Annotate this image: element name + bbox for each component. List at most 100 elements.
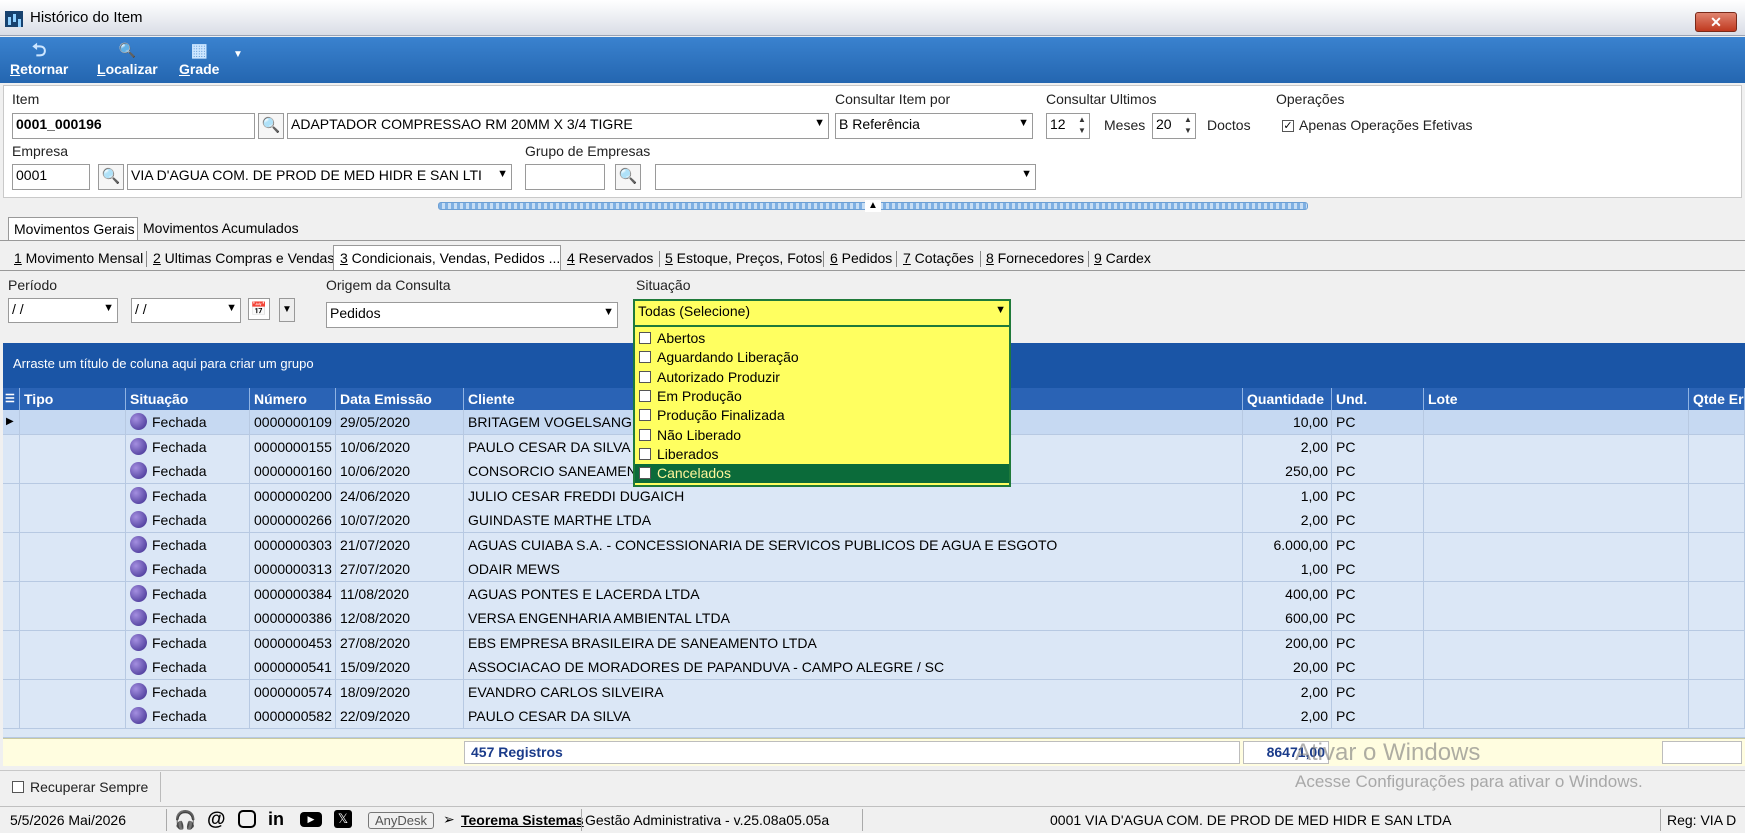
column-qtde-er[interactable]: Qtde Er — [1689, 388, 1745, 410]
tab-movimentos-gerais[interactable]: Movimentos Gerais — [8, 217, 138, 241]
empresa-search-icon[interactable]: 🔍 — [98, 164, 124, 190]
tab-condicionais-active[interactable]: 3 Condicionais, Vendas, Pedidos ... — [333, 245, 561, 270]
subtab-divider — [0, 270, 1745, 271]
tab-cardex[interactable]: 9 Cardex — [1094, 250, 1151, 266]
option-checkbox[interactable] — [639, 467, 651, 480]
cell-situacao: Fechada — [126, 483, 250, 508]
option-checkbox[interactable] — [639, 370, 651, 383]
situacao-select[interactable]: Todas (Selecione) — [633, 299, 1011, 327]
table-row[interactable]: Fechada 0000000386 12/08/2020 VERSA ENGENHA… — [3, 606, 1745, 631]
table-row[interactable]: Fechada 0000000200 24/06/2020 JULIO CESAR F… — [3, 483, 1745, 509]
cell-quantidade: 200,00 — [1243, 630, 1332, 655]
teorema-link[interactable]: Teorema Sistemas — [461, 812, 584, 828]
situacao-option[interactable]: Autorizado Produzir — [635, 368, 1009, 387]
grade-button[interactable]: ▦ Grade — [179, 39, 219, 77]
grupo-name-select[interactable] — [655, 164, 1036, 190]
headset-icon[interactable]: 🎧 — [174, 810, 196, 831]
cell-tipo — [20, 434, 126, 459]
situacao-option[interactable]: Aguardando Liberação — [635, 348, 1009, 367]
cell-lote — [1424, 704, 1689, 728]
row-indicator — [3, 434, 20, 459]
periodo-fim-date[interactable]: / / — [131, 298, 241, 323]
recuperar-sempre-checkbox[interactable] — [12, 781, 24, 793]
tab-pedidos[interactable]: 6 Pedidos — [830, 250, 892, 266]
empresa-name-select[interactable]: VIA D'AGUA COM. DE PROD DE MED HIDR E SA… — [127, 164, 512, 190]
column-tipo[interactable]: Tipo — [20, 388, 126, 410]
situacao-option[interactable]: Não Liberado — [635, 426, 1009, 445]
calendar-dropdown-icon[interactable]: ▼ — [279, 298, 295, 322]
tab-movimentos-acumulados[interactable]: Movimentos Acumulados — [143, 220, 299, 236]
situacao-option[interactable]: Liberados — [635, 445, 1009, 464]
cell-numero: 0000000453 — [250, 630, 336, 655]
situacao-option[interactable]: Produção Finalizada — [635, 406, 1009, 425]
table-row[interactable]: Fechada 0000000574 18/09/2020 EVANDRO CARLO… — [3, 679, 1745, 705]
column-und[interactable]: Und. — [1332, 388, 1424, 410]
option-checkbox[interactable] — [639, 332, 651, 344]
tab-cotacoes[interactable]: 7 Cotações — [903, 250, 974, 266]
situacao-option[interactable]: Em Produção — [635, 387, 1009, 406]
empresa-code-input[interactable]: 0001 — [12, 164, 90, 190]
table-row[interactable]: Fechada 0000000266 10/07/2020 GUINDASTE MAR… — [3, 508, 1745, 533]
option-checkbox[interactable] — [639, 447, 651, 460]
cell-tipo — [20, 459, 126, 483]
column-quantidade[interactable]: Quantidade — [1243, 388, 1332, 410]
cell-cliente: GUINDASTE MARTHE LTDA — [464, 508, 1243, 532]
situacao-option[interactable]: Cancelados — [635, 464, 1009, 484]
tab-reservados[interactable]: 4 Reservados — [567, 250, 653, 266]
tab-estoque[interactable]: 5 Estoque, Preços, Fotos — [665, 250, 822, 266]
grade-dropdown-arrow[interactable]: ▼ — [233, 49, 243, 60]
apenas-efetivas-checkbox[interactable]: ✓ — [1282, 120, 1294, 132]
youtube-icon[interactable]: ▶ — [300, 812, 322, 827]
table-row[interactable]: Fechada 0000000541 15/09/2020 ASSOCIACAO DE… — [3, 655, 1745, 680]
localizar-button[interactable]: 🔍 Localizar — [97, 39, 158, 77]
empresa-label: Empresa — [12, 143, 69, 159]
collapse-arrow-icon[interactable]: ▲ — [865, 200, 881, 212]
table-row[interactable]: Fechada 0000000384 11/08/2020 AGUAS PONTES … — [3, 581, 1745, 607]
tab-separator — [1088, 251, 1089, 267]
option-checkbox[interactable] — [639, 409, 651, 422]
column-numero[interactable]: Número — [250, 388, 336, 410]
column-situacao[interactable]: Situação — [126, 388, 250, 410]
tab-separator — [659, 251, 660, 267]
consultar-por-select[interactable]: B Referência — [835, 113, 1033, 139]
origem-label: Origem da Consulta — [326, 277, 451, 293]
doctos-spin-icon[interactable]: ▲ ▼ — [1182, 114, 1194, 138]
grupo-code-input[interactable] — [525, 164, 605, 190]
tab-fornecedores[interactable]: 8 Fornecedores — [986, 250, 1084, 266]
column-chooser-icon[interactable]: ☰ — [3, 388, 20, 410]
calendar-icon[interactable]: 📅 — [248, 298, 270, 320]
cell-quantidade: 2,00 — [1243, 434, 1332, 459]
table-row[interactable]: Fechada 0000000582 22/09/2020 PAULO CESAR D… — [3, 704, 1745, 729]
table-row[interactable]: Fechada 0000000313 27/07/2020 ODAIR MEWS 1,0… — [3, 557, 1745, 582]
status-version: Gestão Administrativa - v.25.08a05.05a — [585, 812, 830, 828]
cell-lote — [1424, 410, 1689, 434]
origem-select[interactable]: Pedidos — [326, 302, 618, 328]
grupo-search-icon[interactable]: 🔍 — [615, 164, 641, 190]
item-description-select[interactable]: ADAPTADOR COMPRESSAO RM 20MM X 3/4 TIGRE — [287, 113, 829, 139]
item-search-icon[interactable]: 🔍 — [258, 113, 284, 139]
column-lote[interactable]: Lote — [1424, 388, 1689, 410]
situacao-text: Fechada — [152, 659, 207, 675]
situacao-option[interactable]: Abertos — [635, 329, 1009, 348]
linkedin-icon[interactable]: in — [268, 809, 284, 830]
periodo-inicio-date[interactable]: / / — [8, 298, 118, 323]
option-checkbox[interactable] — [639, 351, 651, 364]
table-row[interactable]: Fechada 0000000303 21/07/2020 AGUAS CUIABA … — [3, 532, 1745, 558]
cell-lote — [1424, 655, 1689, 679]
tab-movimento-mensal[interactable]: 1 Movimento Mensal — [14, 250, 143, 266]
instagram-icon[interactable] — [238, 810, 256, 828]
email-icon[interactable]: @ — [207, 809, 226, 831]
option-checkbox[interactable] — [639, 389, 651, 402]
item-code-input[interactable]: 0001_000196 — [12, 113, 255, 139]
x-twitter-icon[interactable]: 𝕏 — [334, 810, 352, 828]
meses-spin-icon[interactable]: ▲ ▼ — [1076, 114, 1088, 138]
option-checkbox[interactable] — [639, 428, 651, 441]
windows-activation-hint: Acesse Configurações para ativar o Windo… — [1295, 772, 1643, 791]
anydesk-button[interactable]: AnyDesk — [368, 812, 435, 829]
column-data-emissao[interactable]: Data Emissão — [336, 388, 464, 410]
close-button[interactable]: ✕ — [1695, 12, 1737, 32]
status-closed-icon — [130, 609, 147, 627]
retornar-button[interactable]: ⮌ Retornar — [10, 39, 68, 77]
table-row[interactable]: Fechada 0000000453 27/08/2020 EBS EMPRESA B… — [3, 630, 1745, 656]
tab-ultimas-compras[interactable]: 2 Ultimas Compras e Vendas — [153, 250, 334, 266]
